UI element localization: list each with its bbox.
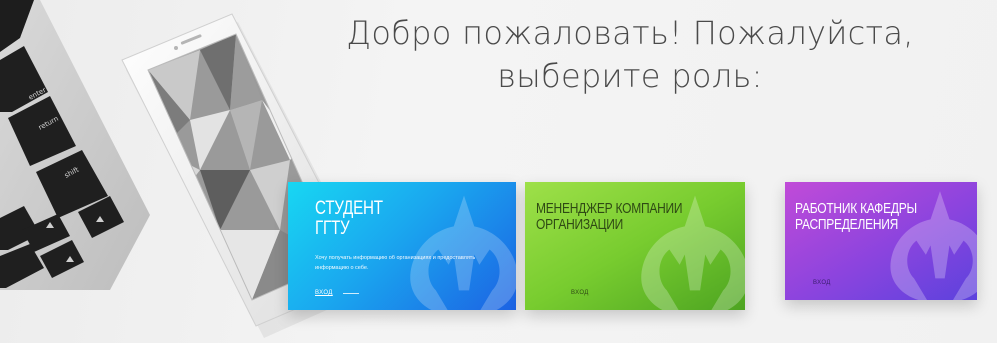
role-title-department-line2: РАСПРЕДЕЛЕНИЯ <box>795 215 899 233</box>
manager-login-link[interactable]: ВХОД <box>571 290 589 296</box>
role-title-student: СТУДЕНТ ГГТУ <box>315 199 383 239</box>
role-card-department[interactable]: РАБОТНИК КАФЕДРЫ РАСПРЕДЕЛЕНИЯ ВХОД <box>785 182 977 300</box>
student-login-link[interactable]: ВХОД <box>315 290 333 296</box>
rebel-alliance-emblem-icon <box>410 195 516 310</box>
role-card-student[interactable]: СТУДЕНТ ГГТУ Хочу получать информацию об… <box>288 182 516 310</box>
department-login-link[interactable]: ВХОД <box>813 280 831 286</box>
role-title-manager-line1: МЕНЕНДЖЕР КОМПАНИИ <box>536 200 683 217</box>
role-title-student-line2: ГГТУ <box>315 217 350 239</box>
role-card-manager[interactable]: МЕНЕНДЖЕР КОМПАНИИ ОРГАНИЗАЦИИ ВХОД <box>525 182 745 310</box>
role-selection-page: enter return shift Добро пожаловать! Пож… <box>0 0 997 343</box>
role-title-department-line1: РАБОТНИК КАФЕДРЫ <box>795 200 917 217</box>
role-title-department: РАБОТНИК КАФЕДРЫ РАСПРЕДЕЛЕНИЯ <box>795 201 917 233</box>
role-title-manager: МЕНЕНДЖЕР КОМПАНИИ ОРГАНИЗАЦИИ <box>536 200 683 233</box>
role-description-student: Хочу получать информацию об организациях… <box>315 255 476 271</box>
welcome-heading-line2: выберите роль: <box>497 57 763 96</box>
role-title-manager-line2: ОРГАНИЗАЦИИ <box>536 215 624 233</box>
welcome-heading-line1: Добро пожаловать! Пожалуйста, <box>346 14 914 52</box>
login-underline-divider <box>343 293 359 294</box>
welcome-heading: Добро пожаловать! Пожалуйста, выберите р… <box>330 12 930 98</box>
role-title-student-line1: СТУДЕНТ <box>315 198 383 219</box>
